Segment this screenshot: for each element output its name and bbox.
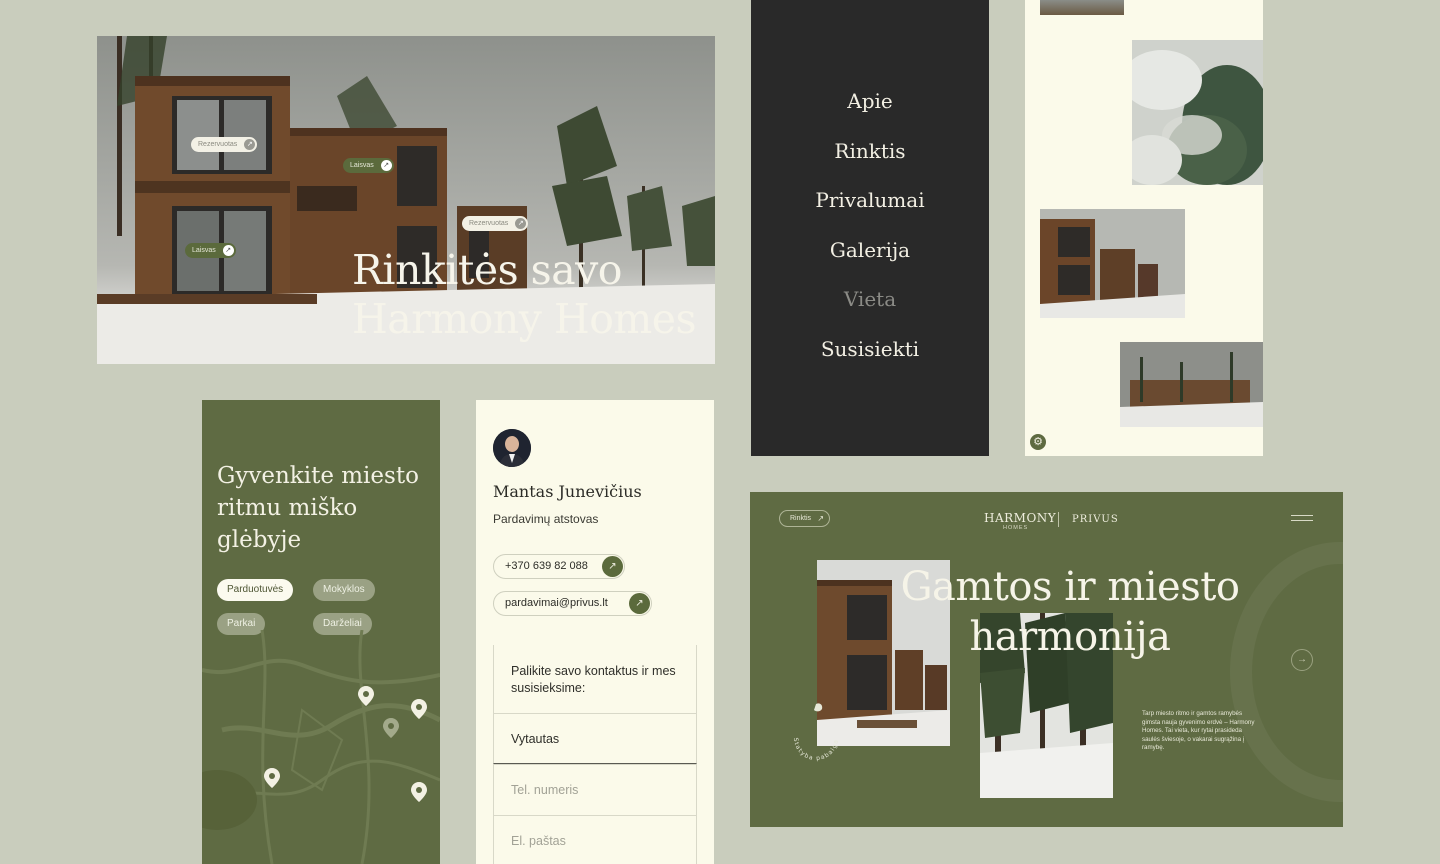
status-tag[interactable]: Laisvas ↗ <box>343 158 394 173</box>
landing-hero: Rinktis ↗ HARMONY HOMES PRIVUS Gamtos ir… <box>750 492 1343 827</box>
nav-menu: Apie Rinktis Privalumai Galerija Vieta S… <box>751 86 989 383</box>
landing-title: Gamtos ir miesto harmonija <box>900 564 1240 660</box>
avatar <box>493 429 531 467</box>
status-tag[interactable]: Laisvas ↗ <box>185 243 236 258</box>
map-pin-icon[interactable] <box>383 718 399 738</box>
phone-link[interactable]: +370 639 82 088 ↗ <box>493 554 625 579</box>
arrow-up-right-icon: ↗ <box>602 556 623 577</box>
nav-menu-panel: Apie Rinktis Privalumai Galerija Vieta S… <box>751 0 989 456</box>
menu-item-vieta[interactable]: Vieta <box>751 284 989 334</box>
menu-item-rinktis[interactable]: Rinktis <box>751 136 989 186</box>
logo-divider <box>1058 512 1059 527</box>
hero-card: Rezervuotas ↗ Laisvas ↗ Rezervuotas ↗ La… <box>97 36 715 364</box>
filter-chip-parduotuves[interactable]: Parduotuvės <box>217 579 294 601</box>
gallery-panel: ⚙ <box>1025 0 1263 456</box>
gallery-image[interactable] <box>1120 342 1263 427</box>
gallery-image[interactable] <box>1132 40 1263 185</box>
gallery-image[interactable] <box>1040 209 1185 318</box>
gallery-image[interactable] <box>1040 0 1124 15</box>
hamburger-menu-icon[interactable] <box>1291 515 1313 525</box>
location-map[interactable] <box>202 630 440 864</box>
construction-badge: Statyba pabaiga · 2024 I ketv. <box>784 698 840 762</box>
arrow-up-right-icon: ↗ <box>515 218 527 229</box>
harmony-logo-sub: HOMES <box>1003 525 1029 531</box>
form-intro: Palikite savo kontaktus ir mes susisieks… <box>493 645 697 713</box>
name-field[interactable]: Vytautas <box>493 713 697 764</box>
map-pin-icon[interactable] <box>411 699 427 719</box>
arrow-up-right-icon: ↗ <box>629 593 650 614</box>
privus-logo[interactable]: PRIVUS <box>1072 514 1119 525</box>
arrow-up-right-icon: ↗ <box>222 245 234 256</box>
leaf-icon <box>814 703 823 712</box>
email-link[interactable]: pardavimai@privus.lt ↗ <box>493 591 652 616</box>
email-field[interactable]: El. paštas <box>493 815 697 864</box>
rinktis-button[interactable]: Rinktis ↗ <box>779 510 831 527</box>
arrow-up-right-icon: ↗ <box>817 514 825 523</box>
contact-panel: Mantas Junevičius Pardavimų atstovas +37… <box>476 400 714 864</box>
agent-name: Mantas Junevičius <box>493 482 642 501</box>
location-heading: Gyvenkite miesto ritmu miško glėbyje <box>217 463 419 553</box>
harmony-logo[interactable]: HARMONY <box>984 511 1056 525</box>
filter-chip-mokyklos[interactable]: Mokyklos <box>313 579 375 601</box>
menu-item-privalumai[interactable]: Privalumai <box>751 185 989 235</box>
menu-item-apie[interactable]: Apie <box>751 86 989 136</box>
map-pin-icon[interactable] <box>358 686 374 706</box>
svg-text:Statyba pabaiga · 2024 I ketv.: Statyba pabaiga · 2024 I ketv. <box>784 698 840 762</box>
status-tag[interactable]: Rezervuotas ↗ <box>462 216 529 231</box>
hero-title: Rinkitės savo Harmony Homes <box>352 246 697 343</box>
landing-description: Tarp miesto ritmo ir gamtos ramybės gims… <box>1142 710 1255 752</box>
phone-field[interactable]: Tel. numeris <box>493 764 697 815</box>
agent-role: Pardavimų atstovas <box>493 512 599 526</box>
status-tag[interactable]: Rezervuotas ↗ <box>191 137 258 152</box>
contact-form: Palikite savo kontaktus ir mes susisieks… <box>493 645 697 864</box>
map-pin-icon[interactable] <box>264 768 280 788</box>
gear-icon[interactable]: ⚙ <box>1030 434 1046 450</box>
arrow-right-icon[interactable]: → <box>1291 649 1313 671</box>
menu-item-galerija[interactable]: Galerija <box>751 235 989 285</box>
arrow-up-right-icon: ↗ <box>380 160 392 171</box>
menu-item-susisiekti[interactable]: Susisiekti <box>751 334 989 384</box>
location-panel: Gyvenkite miesto ritmu miško glėbyje Par… <box>202 400 440 864</box>
arrow-up-right-icon: ↗ <box>244 139 256 150</box>
map-pin-icon[interactable] <box>411 782 427 802</box>
